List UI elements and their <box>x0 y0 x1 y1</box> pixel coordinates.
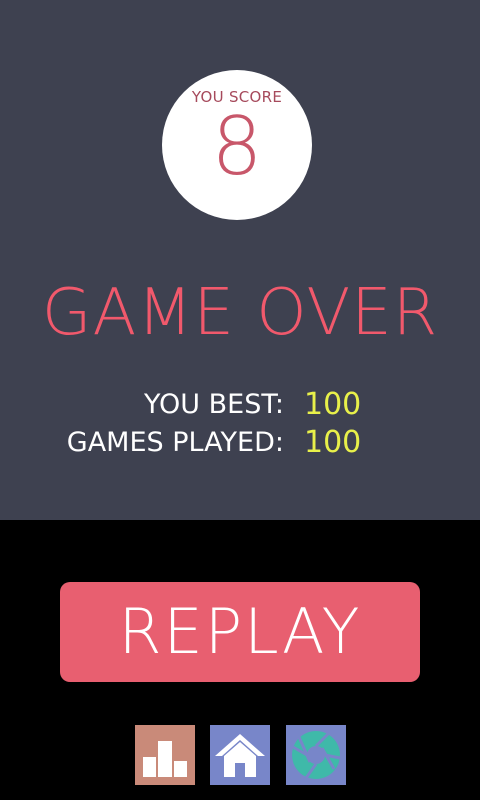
share-button[interactable] <box>286 725 346 785</box>
games-played-value: 100 <box>304 425 362 460</box>
best-score-label: YOU BEST: <box>144 389 284 420</box>
replay-button[interactable]: REPLAY <box>60 582 420 682</box>
games-played-label: GAMES PLAYED: <box>66 427 284 458</box>
best-score-value: 100 <box>304 387 362 422</box>
game-over-title: GAME OVER <box>41 276 439 350</box>
game-over-panel: YOU SCORE 8 GAME OVER YOU BEST: 100 GAME… <box>0 0 480 520</box>
camera-aperture-icon <box>286 725 346 785</box>
leaderboard-button[interactable] <box>135 725 195 785</box>
home-button[interactable] <box>210 725 270 785</box>
score-badge: YOU SCORE 8 <box>162 70 312 220</box>
bar-chart-icon <box>135 725 195 785</box>
home-icon <box>210 725 270 785</box>
score-value: 8 <box>211 100 263 193</box>
